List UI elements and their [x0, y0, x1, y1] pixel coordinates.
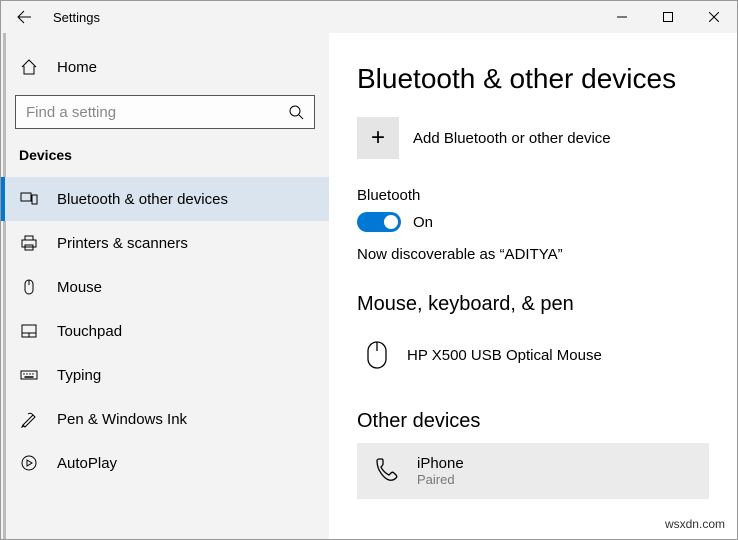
other-section-header: Other devices: [357, 410, 709, 433]
mouse-device-name: HP X500 USB Optical Mouse: [407, 347, 602, 364]
sidebar-item-typing[interactable]: Typing: [1, 353, 329, 397]
close-icon: [709, 12, 719, 22]
sidebar-item-label: Printers & scanners: [57, 235, 188, 252]
discoverable-text: Now discoverable as “ADITYA”: [357, 246, 709, 263]
other-devices-list: iPhone Paired: [357, 443, 709, 499]
back-button[interactable]: [1, 1, 47, 33]
sidebar-item-label: Pen & Windows Ink: [57, 411, 187, 428]
window-controls: [599, 1, 737, 33]
bluetooth-toggle[interactable]: [357, 212, 401, 232]
bluetooth-section-label: Bluetooth: [357, 187, 709, 204]
sidebar-item-printers[interactable]: Printers & scanners: [1, 221, 329, 265]
add-device-label: Add Bluetooth or other device: [413, 130, 611, 147]
sidebar-item-autoplay[interactable]: AutoPlay: [1, 441, 329, 485]
sidebar-item-label: Typing: [57, 367, 101, 384]
pen-icon: [19, 409, 39, 429]
printer-icon: [19, 233, 39, 253]
sidebar-item-pen[interactable]: Pen & Windows Ink: [1, 397, 329, 441]
window-title: Settings: [47, 10, 599, 25]
sidebar-inner: Home Devices Bluetooth & other devices: [1, 45, 329, 485]
minimize-button[interactable]: [599, 1, 645, 33]
watermark: wsxdn.com: [665, 517, 725, 531]
device-card-text: iPhone Paired: [417, 455, 464, 487]
sidebar-item-bluetooth[interactable]: Bluetooth & other devices: [1, 177, 329, 221]
sidebar-item-label: Touchpad: [57, 323, 122, 340]
add-device-button[interactable]: + Add Bluetooth or other device: [357, 117, 709, 159]
page-title: Bluetooth & other devices: [357, 63, 709, 95]
sidebar-item-label: Mouse: [57, 279, 102, 296]
other-device-card[interactable]: iPhone Paired: [357, 443, 709, 499]
sidebar: Home Devices Bluetooth & other devices: [1, 33, 329, 539]
sidebar-item-mouse[interactable]: Mouse: [1, 265, 329, 309]
toggle-state-label: On: [413, 214, 433, 231]
titlebar: Settings: [1, 1, 737, 33]
home-icon: [19, 57, 39, 77]
other-device-status: Paired: [417, 472, 464, 487]
other-device-name: iPhone: [417, 455, 464, 472]
mouse-device-row[interactable]: HP X500 USB Optical Mouse: [357, 326, 709, 384]
arrow-left-icon: [16, 9, 32, 25]
search-input[interactable]: [26, 104, 288, 121]
devices-icon: [19, 189, 39, 209]
keyboard-icon: [19, 365, 39, 385]
toggle-knob: [384, 215, 398, 229]
mouse-device-icon: [361, 334, 393, 376]
phone-icon: [367, 453, 403, 489]
sidebar-item-label: AutoPlay: [57, 455, 117, 472]
close-button[interactable]: [691, 1, 737, 33]
content-pane: Bluetooth & other devices + Add Bluetoot…: [329, 33, 737, 539]
sidebar-item-touchpad[interactable]: Touchpad: [1, 309, 329, 353]
home-label: Home: [57, 59, 97, 76]
settings-window: Settings Home: [0, 0, 738, 540]
category-heading: Devices: [1, 147, 329, 177]
touchpad-icon: [19, 321, 39, 341]
body: Home Devices Bluetooth & other devices: [1, 33, 737, 539]
minimize-icon: [617, 12, 627, 22]
sidebar-item-label: Bluetooth & other devices: [57, 191, 228, 208]
search-icon: [288, 104, 304, 120]
mouse-icon: [19, 277, 39, 297]
maximize-button[interactable]: [645, 1, 691, 33]
bluetooth-toggle-row: On: [357, 212, 709, 232]
plus-icon: +: [357, 117, 399, 159]
autoplay-icon: [19, 453, 39, 473]
home-nav[interactable]: Home: [1, 45, 329, 89]
search-box[interactable]: [15, 95, 315, 129]
maximize-icon: [663, 12, 673, 22]
mouse-section-header: Mouse, keyboard, & pen: [357, 293, 709, 316]
